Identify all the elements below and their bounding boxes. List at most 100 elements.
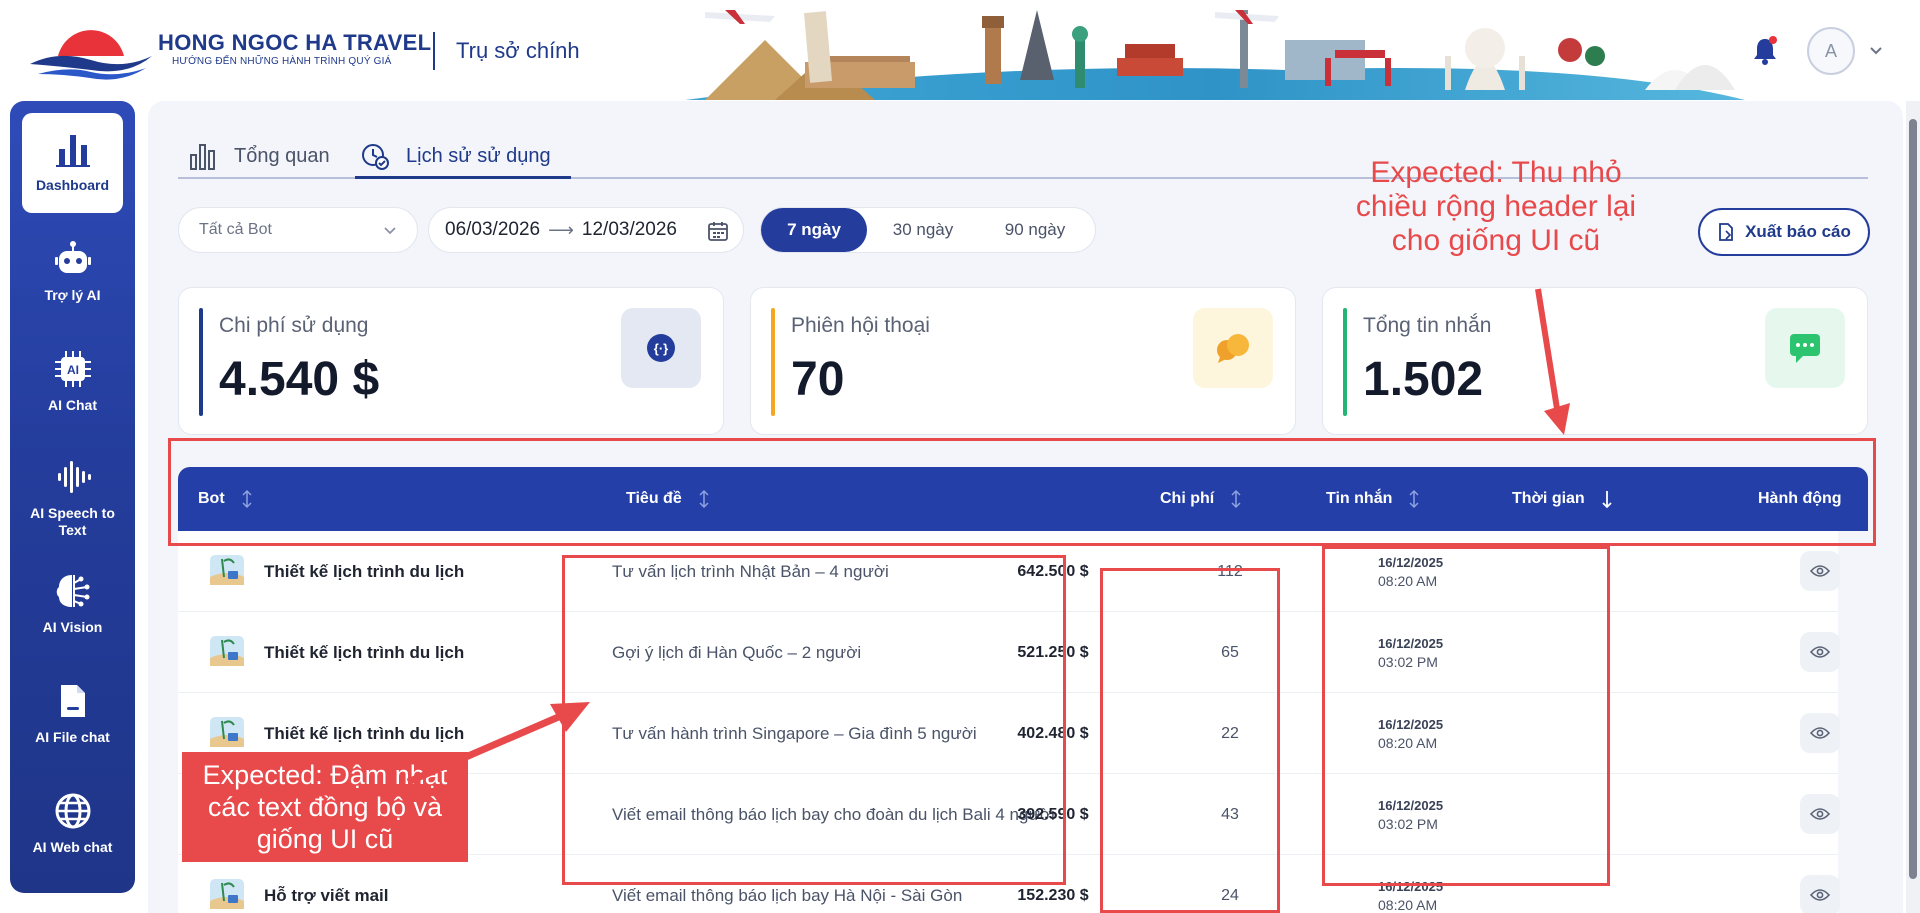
timestamp: 16/12/2025 08:20 AM	[1378, 531, 1443, 612]
column-header-messages[interactable]: Tin nhắn	[1326, 467, 1422, 531]
timestamp-date: 16/12/2025	[1378, 797, 1444, 813]
message-count: 112	[1217, 562, 1243, 580]
period-7-days[interactable]: 7 ngày	[761, 208, 867, 252]
user-avatar[interactable]: A	[1807, 27, 1855, 75]
sound-wave-icon	[57, 461, 91, 493]
export-label: Xuất báo cáo	[1745, 222, 1851, 241]
branch-name[interactable]: Trụ sở chính	[456, 38, 580, 64]
stat-card-messages: Tổng tin nhắn 1.502	[1322, 287, 1868, 435]
stat-badge	[1193, 308, 1273, 388]
timestamp-date: 16/12/2025	[1378, 635, 1444, 651]
svg-text:AI: AI	[67, 363, 79, 377]
sidebar-item-ai-file-chat[interactable]: AI File chat	[10, 681, 135, 781]
sidebar-item-ai-web-chat[interactable]: AI Web chat	[10, 791, 135, 891]
page-scrollbar[interactable]	[1906, 101, 1920, 913]
timestamp-time: 08:20 AM	[1378, 572, 1438, 589]
timestamp-time: 08:20 AM	[1378, 734, 1438, 751]
history-check-icon	[362, 144, 389, 170]
cost-value: 392.590 $	[1017, 805, 1089, 823]
annotation-arrow-icon	[1535, 288, 1570, 435]
column-header-bot[interactable]: Bot	[198, 467, 255, 531]
chat-bubbles-icon	[1217, 334, 1249, 363]
stat-accent-bar	[1343, 308, 1347, 416]
message-count: 43	[1221, 805, 1239, 823]
table-row[interactable]: Thiết kế lịch trình du lịch Gợi ý lịch đ…	[178, 612, 1840, 693]
view-details-button[interactable]	[1800, 551, 1840, 591]
arrow-right-icon: ⟶	[548, 219, 574, 240]
sidebar-item-ai-chat[interactable]: AI AI Chat	[10, 349, 135, 449]
bot-avatar-icon	[210, 636, 244, 666]
conversation-title: Tư vấn lịch trình Nhật Bản – 4 người	[612, 561, 889, 581]
tab-usage-history[interactable]: Lịch sử sử dụng	[360, 135, 551, 177]
scrollbar-thumb[interactable]	[1909, 119, 1917, 879]
timestamp: 16/12/2025 08:20 AM	[1378, 693, 1443, 774]
view-details-button[interactable]	[1800, 632, 1840, 672]
date-range-picker[interactable]: 06/03/2026 ⟶ 12/03/2026	[428, 207, 744, 253]
sidebar-item-ai-speech[interactable]: AI Speech to Text	[10, 457, 135, 557]
view-details-button[interactable]	[1800, 713, 1840, 753]
annotation-header-note: Expected: Thu nhỏ chiều rộng header lại …	[1355, 156, 1637, 257]
bot-avatar-icon	[210, 879, 244, 909]
period-selector: 7 ngày 30 ngày 90 ngày	[760, 207, 1096, 253]
ai-chip-icon: AI	[54, 351, 91, 387]
tab-overview[interactable]: Tổng quan	[188, 135, 330, 177]
stat-value: 70	[791, 353, 845, 406]
svg-text:{·}: {·}	[654, 341, 668, 356]
chevron-down-icon[interactable]	[1868, 42, 1884, 58]
timestamp: 16/12/2025 08:20 AM	[1378, 855, 1443, 913]
message-count: 65	[1221, 643, 1239, 661]
view-details-button[interactable]	[1800, 794, 1840, 834]
bot-select[interactable]: Tất cả Bot	[178, 207, 418, 253]
cost-value: 402.480 $	[1017, 724, 1089, 742]
sidebar-item-label: AI Web chat	[32, 839, 113, 855]
conversation-title: Tư vấn hành trình Singapore – Gia đình 5…	[612, 723, 977, 743]
message-count: 24	[1221, 886, 1239, 904]
stat-accent-bar	[771, 308, 775, 416]
sort-icon	[242, 489, 252, 509]
globe-icon	[55, 793, 90, 829]
sidebar-item-ai-assistant[interactable]: Trợ lý AI	[10, 239, 135, 339]
column-label: Tiêu đề	[626, 490, 682, 507]
eye-icon	[1810, 889, 1830, 901]
sort-icon	[1231, 489, 1241, 509]
column-header-actions: Hành động	[1758, 467, 1842, 531]
period-90-days[interactable]: 90 ngày	[985, 208, 1085, 252]
notification-bell-icon[interactable]	[1752, 35, 1778, 65]
eye-icon	[1810, 727, 1830, 739]
date-to: 12/03/2026	[581, 219, 677, 240]
column-header-time[interactable]: Thời gian	[1512, 467, 1615, 531]
table-row[interactable]: Hỗ trợ viết mail Viết email thông báo lị…	[178, 855, 1840, 913]
annotation-arrow-icon	[406, 702, 590, 786]
bar-chart-icon	[190, 144, 215, 170]
table-row[interactable]: Thiết kế lịch trình du lịch Tư vấn lịch …	[178, 531, 1840, 612]
stat-label: Phiên hội thoại	[791, 314, 930, 337]
robot-icon	[54, 241, 91, 273]
stat-value: 1.502	[1363, 353, 1484, 406]
stat-label: Chi phí sử dụng	[219, 314, 369, 337]
sidebar-item-label: Trợ lý AI	[44, 287, 101, 303]
column-label: Bot	[198, 490, 225, 507]
period-30-days[interactable]: 30 ngày	[873, 208, 973, 252]
timestamp-time: 03:02 PM	[1378, 815, 1438, 832]
column-label: Tin nhắn	[1326, 490, 1393, 507]
column-header-title[interactable]: Tiêu đề	[626, 467, 712, 531]
bot-name: Thiết kế lịch trình du lịch	[264, 642, 465, 662]
sidebar-item-ai-vision[interactable]: AI Vision	[10, 571, 135, 671]
brand-name: HONG NGOC HA TRAVEL	[158, 30, 432, 55]
export-report-button[interactable]: Xuất báo cáo	[1698, 208, 1870, 256]
column-label: Hành động	[1758, 490, 1842, 507]
eye-icon	[1810, 646, 1830, 658]
stat-label: Tổng tin nhắn	[1363, 314, 1492, 337]
conversation-title: Viết email thông báo lịch bay cho đoàn d…	[612, 804, 1055, 824]
view-details-button[interactable]	[1800, 875, 1840, 913]
conversation-title: Gợi ý lịch đi Hàn Quốc – 2 người	[612, 642, 862, 662]
sort-desc-icon	[1602, 491, 1612, 509]
top-header: HONG NGOC HA TRAVEL HƯỚNG ĐẾN NHỮNG HÀNH…	[0, 0, 1920, 100]
chevron-down-icon	[384, 227, 396, 235]
calendar-icon	[708, 222, 728, 241]
sidebar-item-dashboard[interactable]: Dashboard	[22, 113, 123, 213]
brand-logo[interactable]	[28, 26, 154, 82]
column-header-cost[interactable]: Chi phí	[1160, 467, 1244, 531]
sidebar: Dashboard Trợ lý AI AI AI Chat AI Speech…	[10, 101, 135, 893]
bot-name: Thiết kế lịch trình du lịch	[264, 561, 465, 581]
